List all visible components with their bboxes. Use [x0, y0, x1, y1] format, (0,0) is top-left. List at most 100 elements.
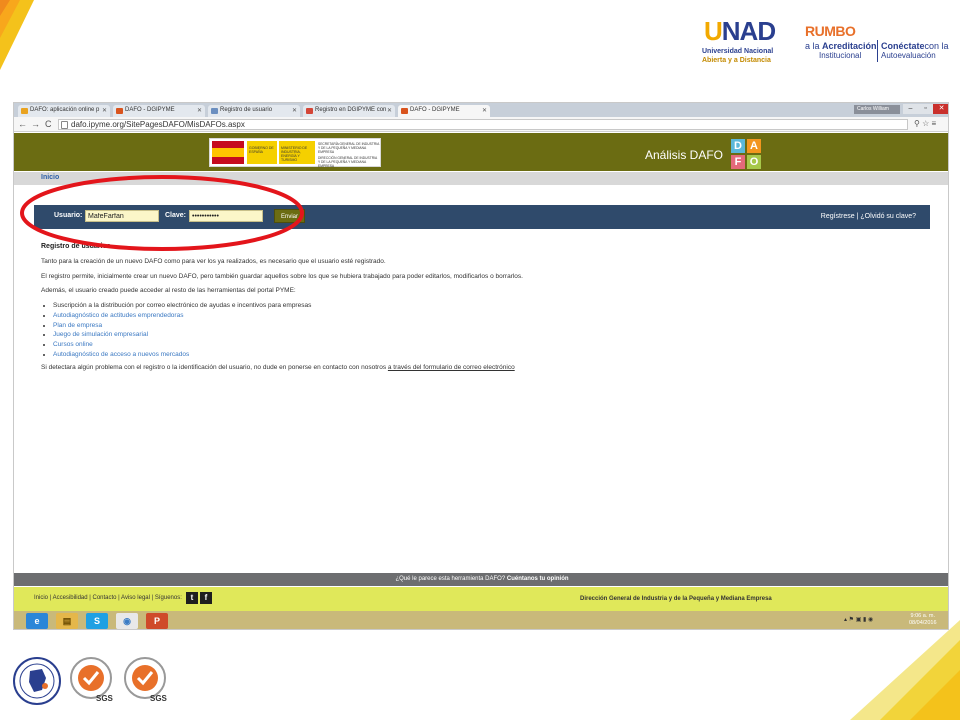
forward-icon[interactable]: →: [31, 119, 40, 129]
site-title: Análisis DAFO: [645, 148, 724, 162]
unad-logo: UNAD Universidad Nacional Abierta y a Di…: [700, 12, 778, 70]
close-tab-icon[interactable]: ✕: [482, 107, 487, 114]
list-item: Suscripción a la distribución por correo…: [53, 301, 311, 311]
dafo-a-tile: A: [747, 139, 761, 153]
ministerio-label: MINISTERIO DE INDUSTRIA, ENERGÍA Y TURIS…: [279, 141, 315, 164]
slide-corner-decoration: [0, 0, 34, 70]
secretaria-label: SECRETARÍA GENERAL DE INDUSTRIA Y DE LA …: [318, 142, 380, 168]
rumbo-title: RUMBO: [805, 23, 856, 39]
file-explorer-icon[interactable]: ▤: [56, 613, 78, 629]
windows-taskbar: e ▤ S ◉ P ▴ ⚑ ▣ ▮ ◉ 9:06 a. m. 08/04/201…: [14, 611, 948, 629]
close-tab-icon[interactable]: ✕: [197, 107, 202, 114]
tab-strip: DAFO: aplicación online p ✕ DAFO - DGIPY…: [14, 103, 948, 117]
browser-toolbar-icons[interactable]: ⚲ ☆ ≡: [914, 119, 936, 128]
gmail-favicon-icon: [306, 108, 313, 114]
tab-label: DAFO - DGIPYME: [410, 107, 460, 113]
registration-paragraph: El registro permite, inicialmente crear …: [41, 273, 523, 280]
internet-explorer-icon[interactable]: e: [26, 613, 48, 629]
list-item[interactable]: Autodiagnóstico de acceso a nuevos merca…: [53, 350, 311, 360]
site-footer: Inicio | Accesibilidad | Contacto | Avis…: [14, 587, 948, 611]
tool-link[interactable]: Juego de simulación empresarial: [53, 331, 148, 338]
dafo-d-tile: D: [731, 139, 745, 153]
gobierno-espana-logo: GOBIERNO DE ESPAÑA MINISTERIO DE INDUSTR…: [209, 138, 381, 168]
tool-link[interactable]: Cursos online: [53, 341, 93, 348]
footer-ministry-name: Dirección General de Industria y de la P…: [580, 596, 772, 602]
unad-line-1: Universidad Nacional: [702, 48, 774, 55]
rumbo-subtitle-2: Institucional: [819, 51, 862, 60]
spain-coat-of-arms-icon: [212, 141, 244, 164]
feedback-bar: ¿Qué le parece esta herramienta DAFO? Cu…: [14, 573, 948, 586]
register-link[interactable]: Regístrese: [821, 213, 855, 220]
taskbar-clock[interactable]: 9:06 a. m. 08/04/2016: [909, 613, 937, 627]
profile-chip[interactable]: Carlos William: [854, 105, 900, 114]
close-window-icon[interactable]: ✕: [933, 104, 948, 114]
back-icon[interactable]: ←: [18, 119, 27, 129]
sgs-label: SGS: [96, 694, 113, 703]
rumbo-subtitle: a la Acreditación: [805, 41, 877, 51]
twitter-icon[interactable]: t: [186, 592, 198, 604]
unad-line-2: Abierta y a Distancia: [702, 57, 771, 64]
maximize-icon[interactable]: ▫: [918, 104, 933, 114]
browser-tab[interactable]: Registro en DGIPYME con ✕: [303, 105, 395, 117]
close-tab-icon[interactable]: ✕: [102, 107, 107, 114]
contact-form-link[interactable]: a través del formulario de correo electr…: [388, 364, 515, 371]
browser-tab[interactable]: DAFO: aplicación online p ✕: [18, 105, 110, 117]
unad-wordmark-text: NAD: [721, 16, 776, 46]
tab-label: DAFO: aplicación online p: [30, 107, 100, 113]
contact-paragraph: Si detectara algún problema con el regis…: [41, 364, 515, 371]
skype-icon[interactable]: S: [86, 613, 108, 629]
footer-links[interactable]: Inicio | Accesibilidad | Contacto | Avis…: [34, 595, 182, 601]
forgot-password-link[interactable]: ¿Olvidó su clave?: [860, 213, 916, 220]
browser-tab[interactable]: Registro de usuario ✕: [208, 105, 300, 117]
address-bar: ← → C dafo.ipyme.org/SitePagesDAFO/MisDA…: [14, 117, 948, 132]
slide: UNAD Universidad Nacional Abierta y a Di…: [0, 0, 960, 720]
close-tab-icon[interactable]: ✕: [387, 107, 392, 114]
browser-tab[interactable]: DAFO - DGIPYME ✕: [113, 105, 205, 117]
browser-tab-active[interactable]: DAFO - DGIPYME ✕: [398, 105, 490, 117]
list-item[interactable]: Juego de simulación empresarial: [53, 330, 311, 340]
browser-window: DAFO: aplicación online p ✕ DAFO - DGIPY…: [13, 102, 949, 630]
contact-text: Si detectara algún problema con el regis…: [41, 364, 388, 371]
chrome-icon[interactable]: ◉: [116, 613, 138, 629]
highlight-ellipse: [20, 175, 304, 251]
rumbo-acreditacion-logo: RUMBO a la Acreditación Institucional Co…: [805, 20, 950, 66]
clock-date: 08/04/2016: [909, 620, 937, 626]
sgs-certification-logo: SGS: [66, 656, 116, 706]
page-icon: [61, 121, 68, 129]
tool-item-text: Suscripción a la distribución por correo…: [53, 302, 312, 309]
list-item[interactable]: Autodiagnóstico de actitudes emprendedor…: [53, 311, 311, 321]
secretaria-text: SECRETARÍA GENERAL DE INDUSTRIA Y DE LA …: [318, 142, 380, 154]
tools-list: Suscripción a la distribución por correo…: [53, 301, 311, 360]
registro-favicon-icon: [211, 108, 218, 114]
close-tab-icon[interactable]: ✕: [292, 107, 297, 114]
tool-link[interactable]: Plan de empresa: [53, 322, 102, 329]
url-input[interactable]: dafo.ipyme.org/SitePagesDAFO/MisDAFOs.as…: [58, 119, 908, 130]
dafo-favicon-icon: [401, 108, 408, 114]
powerpoint-icon[interactable]: P: [146, 613, 168, 629]
dafo-favicon-icon: [21, 108, 28, 114]
feedback-question: ¿Qué le parece esta herramienta DAFO?: [395, 576, 507, 582]
tool-link[interactable]: Autodiagnóstico de acceso a nuevos merca…: [53, 351, 189, 358]
sgs-certification-logo: SGS: [120, 656, 170, 706]
facebook-icon[interactable]: f: [200, 592, 212, 604]
rumbo-conectate: Conéctatecon la: [881, 41, 949, 51]
direccion-text: DIRECCIÓN GENERAL DE INDUSTRIA Y DE LA P…: [318, 156, 378, 168]
list-item[interactable]: Cursos online: [53, 340, 311, 350]
intro-paragraph: Tanto para la creación de un nuevo DAFO …: [41, 258, 386, 265]
rumbo-autoevaluacion: Autoevaluación: [881, 51, 936, 60]
tab-label: Registro de usuario: [220, 107, 273, 113]
minimize-icon[interactable]: –: [903, 104, 918, 114]
rumbo-divider: [877, 40, 878, 62]
dafo-o-tile: O: [747, 155, 761, 169]
link-separator: |: [856, 213, 859, 220]
system-tray-icons[interactable]: ▴ ⚑ ▣ ▮ ◉: [844, 616, 873, 623]
url-text: dafo.ipyme.org/SitePagesDAFO/MisDAFOs.as…: [71, 120, 245, 129]
colombia-seal-logo: [13, 657, 61, 705]
feedback-link[interactable]: Cuéntanos tu opinión: [507, 576, 569, 582]
list-item[interactable]: Plan de empresa: [53, 321, 311, 331]
dafo-favicon-icon: [116, 108, 123, 114]
tool-link[interactable]: Autodiagnóstico de actitudes emprendedor…: [53, 312, 183, 319]
reload-icon[interactable]: C: [45, 119, 52, 129]
dafo-logo: D A F O: [731, 139, 761, 169]
sgs-label: SGS: [150, 694, 167, 703]
